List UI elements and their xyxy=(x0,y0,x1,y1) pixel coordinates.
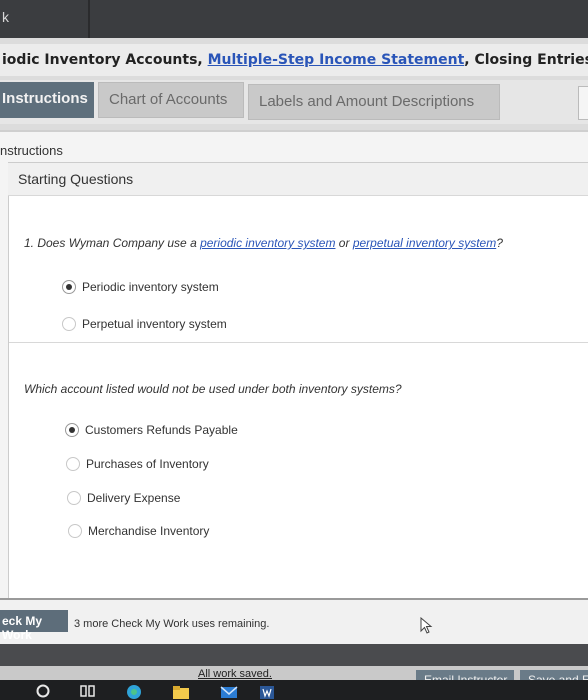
window-corner-text: k xyxy=(2,9,9,25)
title-text-1: iodic Inventory Accounts, xyxy=(2,52,208,68)
option-label: Customers Refunds Payable xyxy=(85,423,238,437)
question-1-suffix: ? xyxy=(496,236,503,250)
radio-selected-icon[interactable] xyxy=(62,280,76,294)
save-status-text: All work saved. xyxy=(198,668,272,680)
section-header: Starting Questions xyxy=(8,163,588,196)
radio-unselected-icon[interactable] xyxy=(66,457,80,471)
radio-unselected-icon[interactable] xyxy=(62,317,76,331)
option-label: Delivery Expense xyxy=(87,491,181,505)
radio-unselected-icon[interactable] xyxy=(67,491,81,505)
title-link[interactable]: Multiple-Step Income Statement xyxy=(208,52,465,68)
option-label: Purchases of Inventory xyxy=(86,457,209,471)
task-view-icon[interactable] xyxy=(80,684,96,698)
browser-top-bar: k xyxy=(0,0,588,38)
mail-icon[interactable] xyxy=(220,684,238,700)
question-1: 1. Does Wyman Company use a periodic inv… xyxy=(24,236,503,250)
instructions-heading: nstructions xyxy=(0,143,63,158)
file-explorer-icon[interactable] xyxy=(172,684,190,700)
question-1-text: 1. Does Wyman Company use a xyxy=(24,236,201,250)
question-1-or: or xyxy=(335,236,353,250)
page-title: iodic Inventory Accounts, Multiple-Step … xyxy=(0,44,588,76)
radio-selected-icon[interactable] xyxy=(65,423,79,437)
tab-bar: Instructions Chart of Accounts Labels an… xyxy=(0,80,588,124)
word-app-icon[interactable] xyxy=(258,684,276,700)
tab-chart-of-accounts[interactable]: Chart of Accounts xyxy=(98,82,244,118)
option-label: Perpetual inventory system xyxy=(82,317,227,331)
edge-browser-icon[interactable] xyxy=(125,684,143,700)
radio-unselected-icon[interactable] xyxy=(68,524,82,538)
mouse-cursor-icon xyxy=(420,617,433,634)
tab-labels-and-amount-descriptions[interactable]: Labels and Amount Descriptions xyxy=(248,84,500,120)
check-my-work-button[interactable]: eck My Work xyxy=(0,610,68,642)
option-label: Periodic inventory system xyxy=(82,280,219,294)
bottom-dark-bar xyxy=(0,644,588,666)
periodic-system-link[interactable]: periodic inventory system xyxy=(200,236,335,250)
tab-instructions[interactable]: Instructions xyxy=(0,82,94,118)
question-divider xyxy=(9,342,588,343)
check-remaining-text: 3 more Check My Work uses remaining. xyxy=(74,618,270,630)
title-text-2: , Closing Entries xyxy=(464,52,588,68)
section-title: Starting Questions xyxy=(18,171,134,187)
question-2: Which account listed would not be used u… xyxy=(24,382,402,396)
top-bar-divider xyxy=(88,0,90,38)
tab-next-partial[interactable] xyxy=(578,86,588,120)
panel-top-rule xyxy=(0,130,588,132)
option-label: Merchandise Inventory xyxy=(88,524,210,538)
perpetual-system-link[interactable]: perpetual inventory system xyxy=(353,236,496,250)
search-circle-icon[interactable] xyxy=(36,684,50,698)
